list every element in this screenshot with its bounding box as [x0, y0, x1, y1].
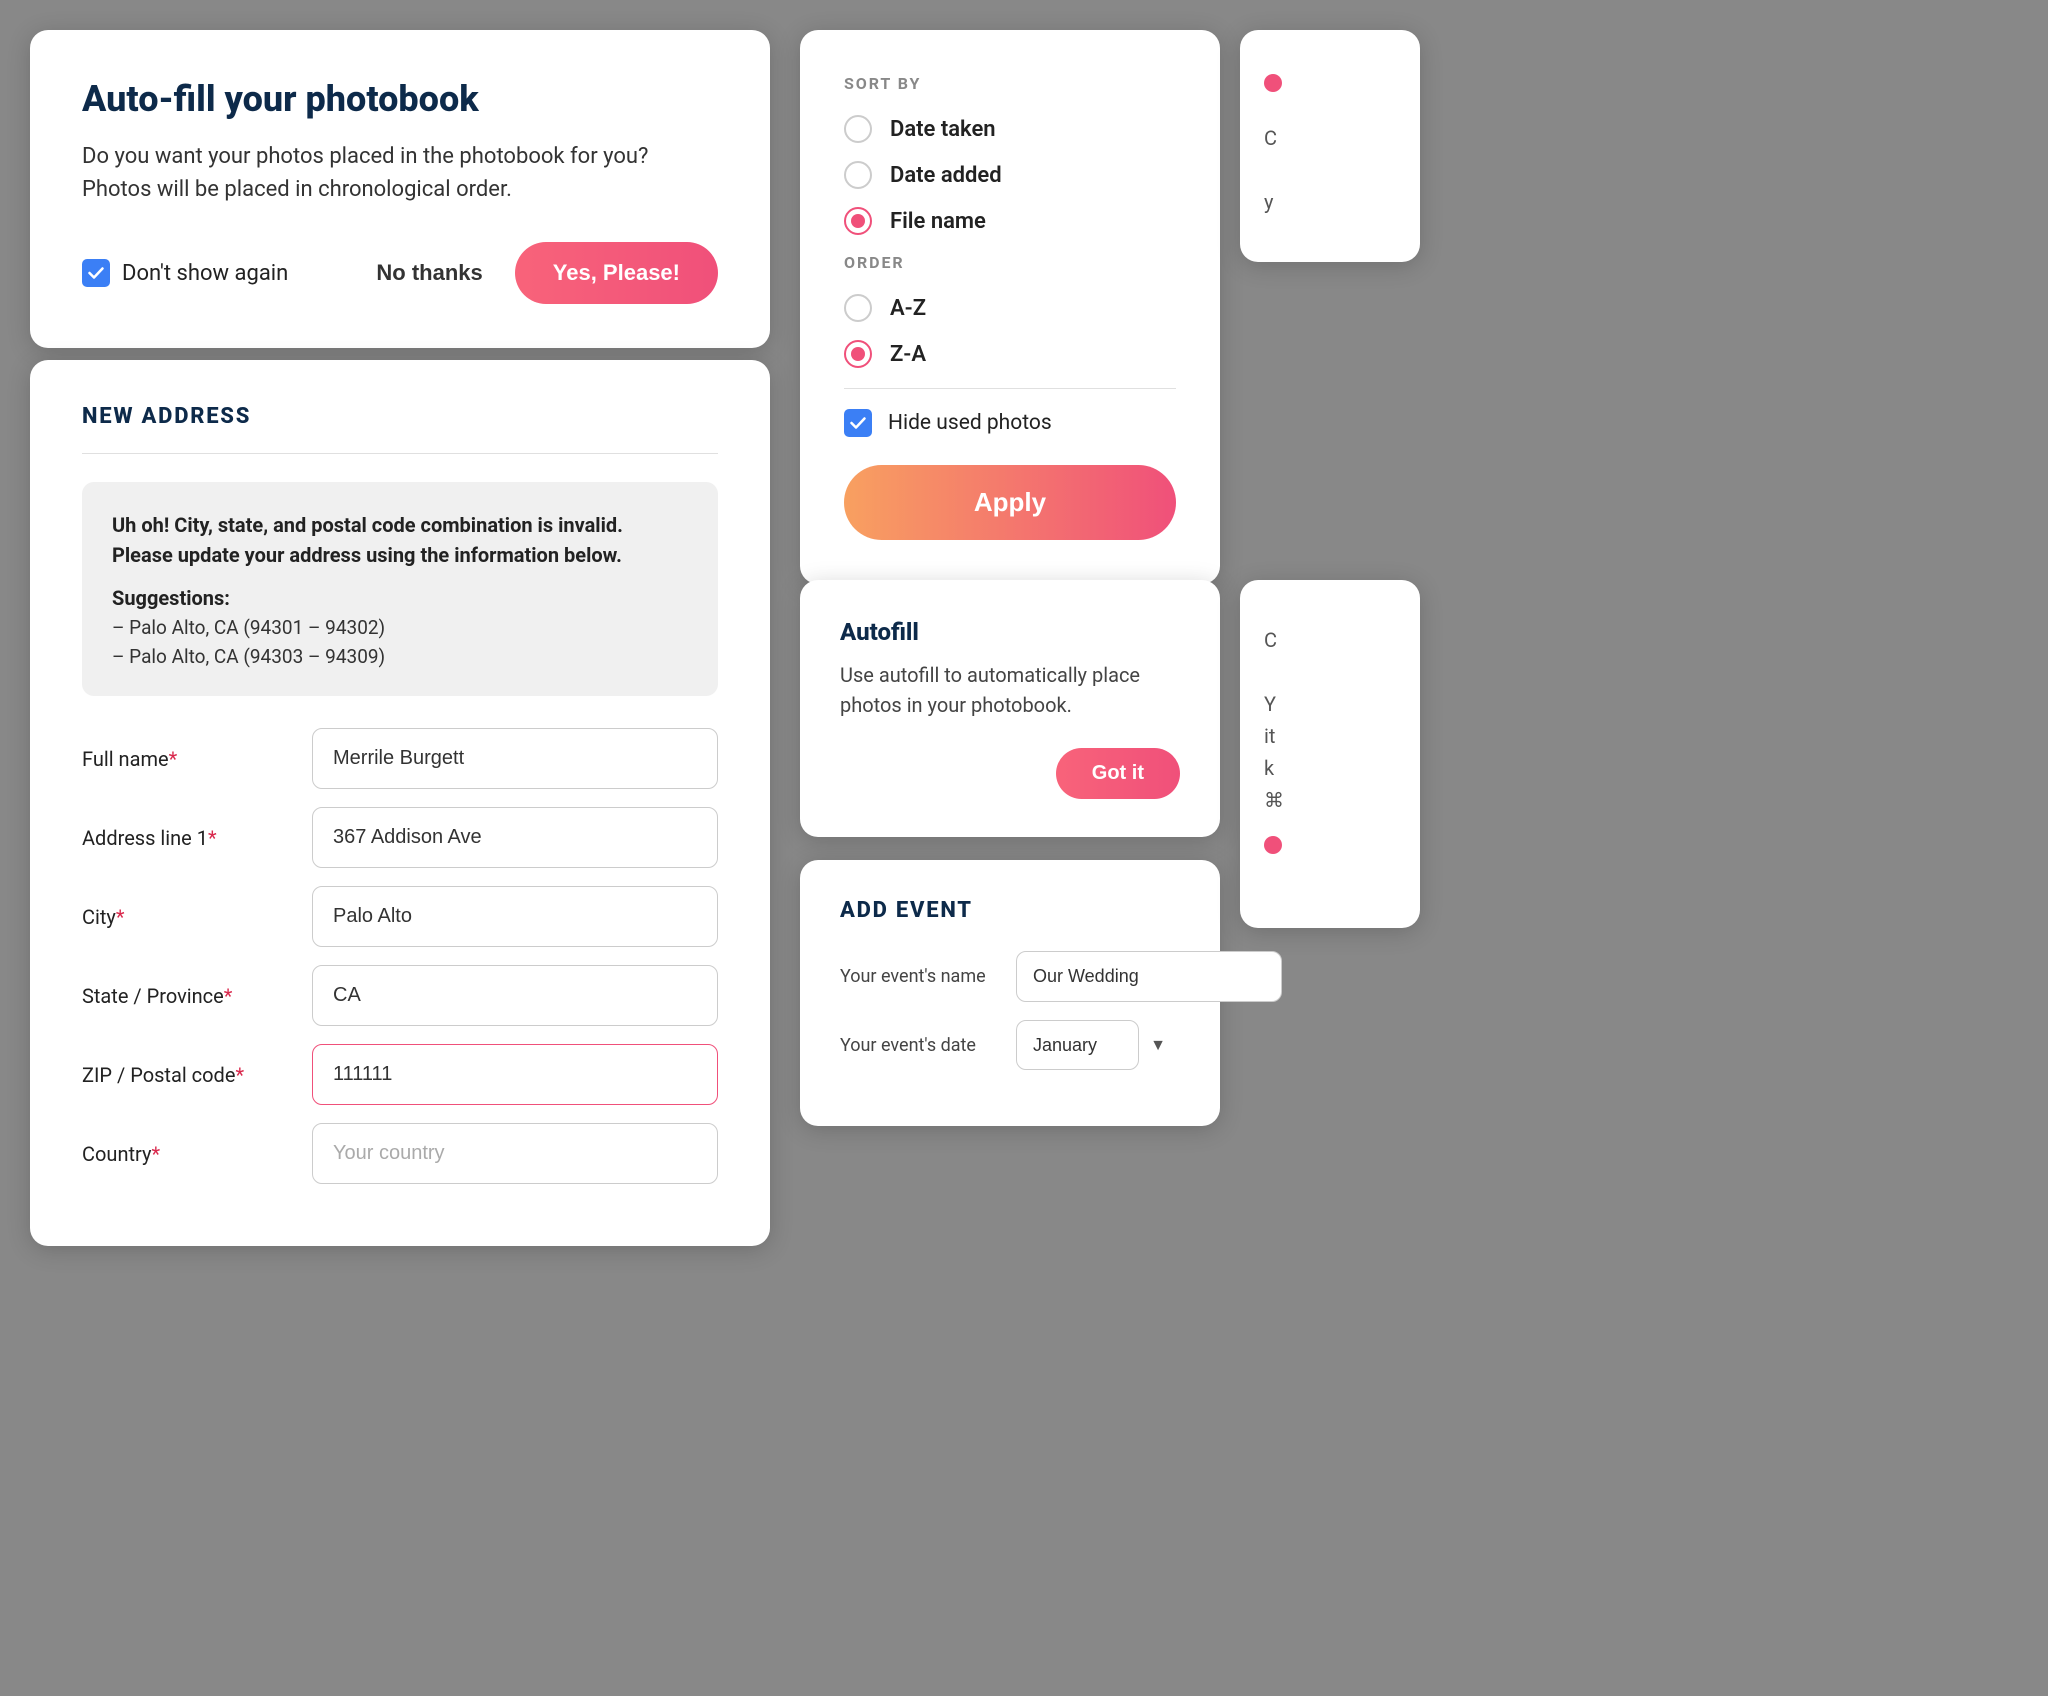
suggestions-label: Suggestions:: [112, 586, 688, 610]
city-row: City*: [82, 886, 718, 947]
suggestion-2: – Palo Alto, CA (94303 – 94309): [112, 645, 688, 668]
partial-dot-2: [1264, 836, 1282, 854]
state-input[interactable]: [312, 965, 718, 1026]
partial-dot-1: [1264, 74, 1282, 92]
partial-panel-right-2: CYitk⌘: [1240, 580, 1420, 928]
country-label: Country*: [82, 1142, 292, 1166]
sort-divider: [844, 388, 1176, 389]
sort-by-label: SORT BY: [844, 74, 1176, 93]
partial-panel-right: Cy: [1240, 30, 1420, 262]
order-az-row[interactable]: A-Z: [844, 294, 1176, 322]
event-name-row: Your event's name: [840, 951, 1180, 1002]
order-za-radio[interactable]: [844, 340, 872, 368]
sort-date-taken-label: Date taken: [890, 117, 996, 142]
autofill-actions: Don't show again No thanks Yes, Please!: [82, 242, 718, 304]
autofill-title: Auto-fill your photobook: [82, 78, 718, 120]
city-label: City*: [82, 905, 292, 929]
autofill-tip-title: Autofill: [840, 618, 1180, 646]
event-date-row: Your event's date January February March…: [840, 1020, 1180, 1070]
order-az-label: A-Z: [890, 296, 926, 321]
chevron-down-icon: ▼: [1150, 1035, 1166, 1055]
dont-show-checkbox[interactable]: [82, 259, 110, 287]
address-divider: [82, 453, 718, 454]
address1-input[interactable]: [312, 807, 718, 868]
zip-input[interactable]: [312, 1044, 718, 1105]
add-event-panel: ADD EVENT Your event's name Your event's…: [800, 860, 1220, 1126]
autofill-tip-description: Use autofill to automatically place phot…: [840, 660, 1180, 720]
partial-text-2: CYitk⌘: [1264, 624, 1396, 816]
apply-button[interactable]: Apply: [844, 465, 1176, 540]
yes-please-button[interactable]: Yes, Please!: [515, 242, 718, 304]
got-it-button[interactable]: Got it: [1056, 748, 1180, 799]
sort-file-name-radio[interactable]: [844, 207, 872, 235]
country-input[interactable]: [312, 1123, 718, 1184]
full-name-input[interactable]: [312, 728, 718, 789]
error-message: Uh oh! City, state, and postal code comb…: [112, 510, 688, 570]
no-thanks-button[interactable]: No thanks: [368, 260, 490, 286]
autofill-description: Do you want your photos placed in the ph…: [82, 140, 718, 206]
zip-label: ZIP / Postal code*: [82, 1063, 292, 1087]
country-row: Country*: [82, 1123, 718, 1184]
partial-text-1: Cy: [1264, 122, 1396, 218]
hide-used-row: Hide used photos: [844, 409, 1176, 437]
hide-used-label: Hide used photos: [888, 411, 1052, 435]
dont-show-label: Don't show again: [122, 261, 288, 286]
sort-file-name-row[interactable]: File name: [844, 207, 1176, 235]
zip-row: ZIP / Postal code*: [82, 1044, 718, 1105]
autofill-tip-panel: Autofill Use autofill to automatically p…: [800, 580, 1220, 837]
order-az-radio[interactable]: [844, 294, 872, 322]
hide-used-checkbox[interactable]: [844, 409, 872, 437]
order-za-row[interactable]: Z-A: [844, 340, 1176, 368]
city-input[interactable]: [312, 886, 718, 947]
event-date-select[interactable]: January February March April May June Ju…: [1016, 1020, 1139, 1070]
address1-label: Address line 1*: [82, 826, 292, 850]
sort-panel: SORT BY Date taken Date added File name …: [800, 30, 1220, 584]
full-name-label: Full name*: [82, 747, 292, 771]
event-name-input[interactable]: [1016, 951, 1282, 1002]
sort-file-name-label: File name: [890, 209, 986, 234]
sort-date-added-radio[interactable]: [844, 161, 872, 189]
sort-date-added-row[interactable]: Date added: [844, 161, 1176, 189]
event-date-select-wrapper: January February March April May June Ju…: [1016, 1020, 1180, 1070]
full-name-row: Full name*: [82, 728, 718, 789]
sort-date-added-label: Date added: [890, 163, 1002, 188]
address-error-box: Uh oh! City, state, and postal code comb…: [82, 482, 718, 696]
sort-date-taken-row[interactable]: Date taken: [844, 115, 1176, 143]
address1-row: Address line 1*: [82, 807, 718, 868]
order-za-label: Z-A: [890, 342, 926, 367]
dont-show-row: Don't show again: [82, 259, 344, 287]
add-event-heading: ADD EVENT: [840, 898, 1180, 923]
autofill-dialog: Auto-fill your photobook Do you want you…: [30, 30, 770, 348]
state-label: State / Province*: [82, 984, 292, 1008]
event-date-label: Your event's date: [840, 1035, 1000, 1056]
event-name-label: Your event's name: [840, 966, 1000, 987]
state-row: State / Province*: [82, 965, 718, 1026]
order-label: ORDER: [844, 253, 1176, 272]
sort-date-taken-radio[interactable]: [844, 115, 872, 143]
address-heading: NEW ADDRESS: [82, 404, 718, 429]
suggestion-1: – Palo Alto, CA (94301 – 94302): [112, 616, 688, 639]
new-address-panel: NEW ADDRESS Uh oh! City, state, and post…: [30, 360, 770, 1246]
